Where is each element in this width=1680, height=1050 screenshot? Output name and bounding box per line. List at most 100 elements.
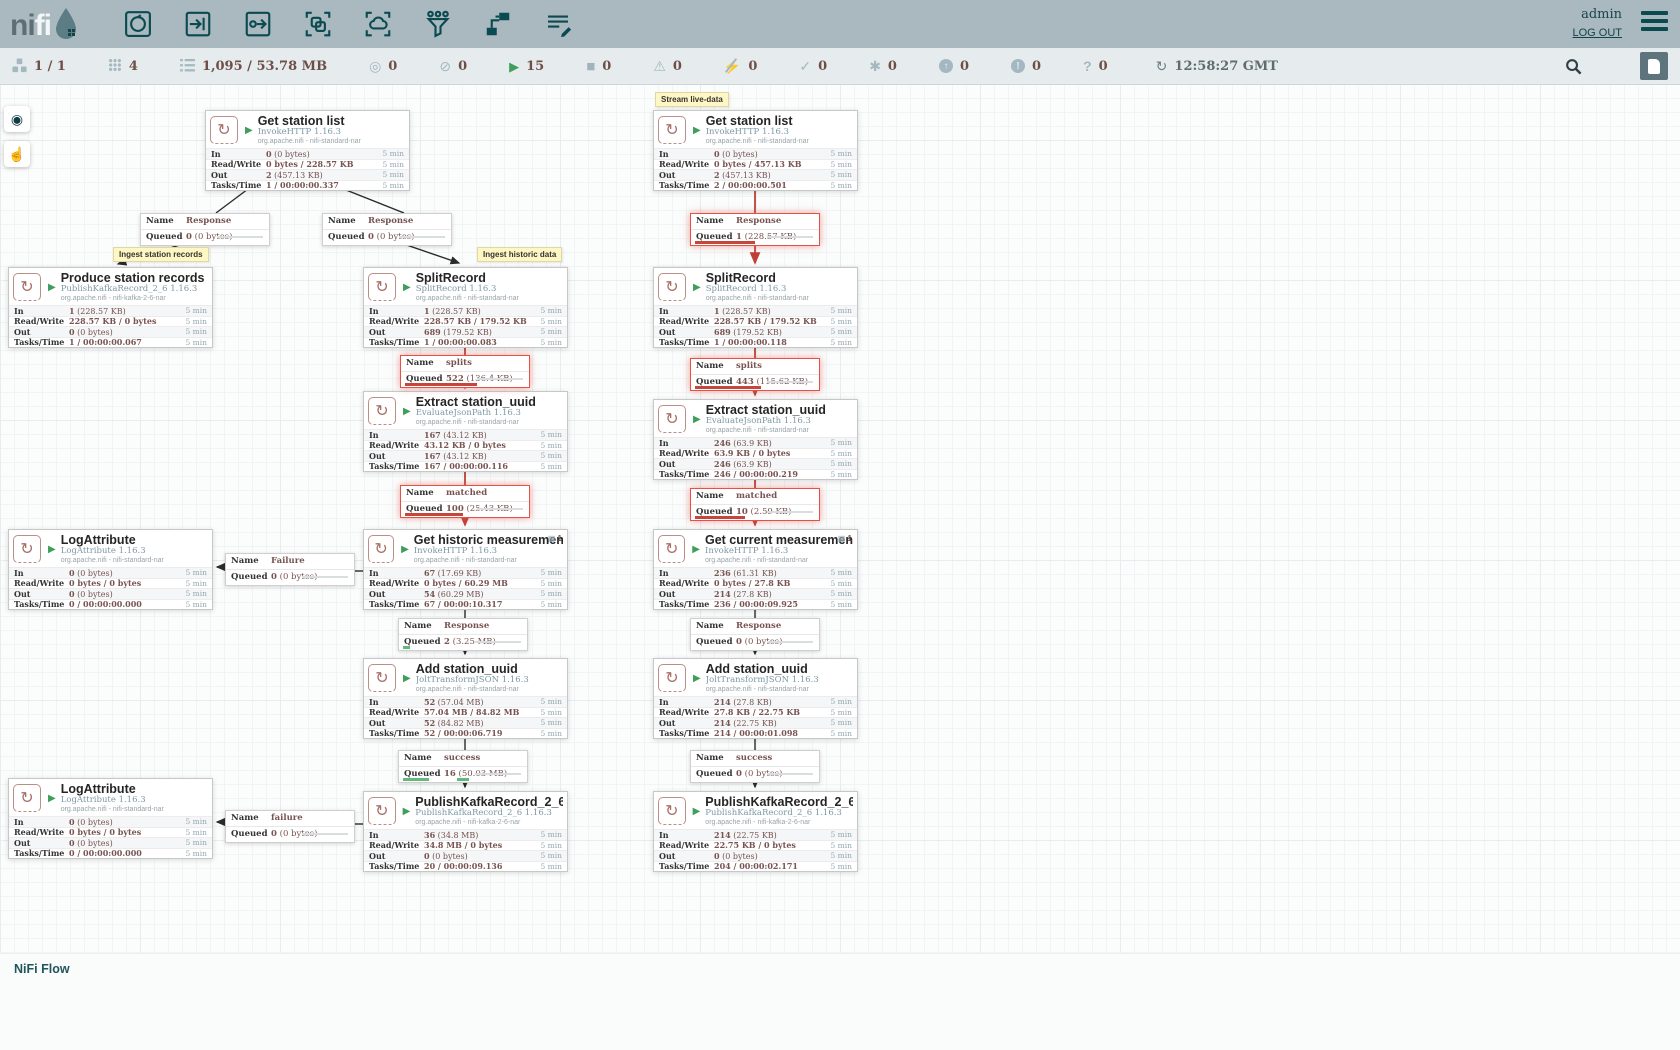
- processor-type: SplitRecord 1.16.3: [706, 285, 809, 295]
- processor-type-icon: ↻: [658, 273, 686, 301]
- connection-label-response2-mid[interactable]: NameResponseQueued2 (3.25 MB): [398, 618, 528, 651]
- search-button[interactable]: [1565, 58, 1582, 75]
- processor-publish-kafka-1[interactable]: ↻▶PublishKafkaRecord_2_6PublishKafkaReco…: [363, 791, 568, 872]
- global-menu-button[interactable]: [1641, 11, 1668, 35]
- connection-label-response-mid[interactable]: NameResponseQueued0 (0 bytes): [322, 213, 452, 246]
- connection-label-matched-mid[interactable]: NamematchedQueued100 (25.43 KB): [400, 485, 530, 518]
- processor-log-attribute-1[interactable]: ↻▶LogAttributeLogAttribute 1.16.3org.apa…: [8, 529, 213, 610]
- stopped-icon: ■: [586, 59, 595, 74]
- processor-name: PublishKafkaRecord_2_6: [705, 795, 853, 809]
- processor-add-station-uuid-2[interactable]: ↻▶Add station_uuidJoltTransformJSON 1.16…: [653, 658, 858, 739]
- remote-process-group-tool[interactable]: [361, 7, 395, 41]
- connection-label-matched-right[interactable]: NamematchedQueued10 (2.59 KB): [690, 488, 820, 521]
- stat-row-taskstime: Tasks/Time0 / 00:00:00.0005 min: [9, 599, 212, 610]
- processor-log-attribute-2[interactable]: ↻▶LogAttributeLogAttribute 1.16.3org.apa…: [8, 778, 213, 859]
- processor-tool[interactable]: [121, 7, 155, 41]
- processor-produce-station-records[interactable]: ↻▶Produce station recordsPublishKafkaRec…: [8, 267, 213, 348]
- stat-row-taskstime: Tasks/Time2 / 00:00:00.5015 min: [654, 180, 857, 191]
- output-port-tool[interactable]: [241, 7, 275, 41]
- queue-size-meter: [475, 641, 521, 643]
- canvas-label-stream-live-data[interactable]: Stream live-data: [655, 92, 729, 107]
- connection-label-success-right[interactable]: NamesuccessQueued0 (0 bytes): [690, 750, 820, 783]
- connection-label-response2-right[interactable]: NameResponseQueued0 (0 bytes): [690, 618, 820, 651]
- processor-extract-station-uuid-1[interactable]: ↻▶Extract station_uuidEvaluateJsonPath 1…: [363, 391, 568, 472]
- processor-get-current-measurement[interactable]: ↻▶Get current measurementInvokeHTTP 1.16…: [653, 529, 858, 610]
- stat-row-out: Out214 (27.8 KB)5 min: [654, 588, 857, 599]
- stat-row-out: Out246 (63.9 KB)5 min: [654, 458, 857, 469]
- processor-header: ↻▶Get current measurementInvokeHTTP 1.16…: [654, 530, 857, 567]
- stat-row-in: In1 (228.57 KB)5 min: [9, 305, 212, 316]
- processor-get-station-list-2[interactable]: ↻▶Get station listInvokeHTTP 1.16.3org.a…: [653, 110, 858, 191]
- processor-add-station-uuid-1[interactable]: ↻▶Add station_uuidJoltTransformJSON 1.16…: [363, 658, 568, 739]
- processor-split-record-2[interactable]: ↻▶SplitRecordSplitRecord 1.16.3org.apach…: [653, 267, 858, 348]
- connection-name-row: Namematched: [401, 486, 529, 502]
- select-hand-button[interactable]: ☝: [4, 141, 30, 167]
- connection-label-failure-lower[interactable]: NamefailureQueued0 (0 bytes): [225, 810, 355, 843]
- processor-type-icon: ↻: [658, 535, 685, 563]
- running-status-icon: ▶: [401, 544, 409, 555]
- processor-header: ↻▶Add station_uuidJoltTransformJSON 1.16…: [364, 659, 567, 696]
- connection-label-splits-right[interactable]: NamesplitsQueued443 (115.62 KB): [690, 358, 820, 391]
- connection-label-response-right[interactable]: NameResponseQueued1 (228.57 KB): [690, 213, 820, 246]
- connection-queued-row: Queued0 (0 bytes): [691, 767, 819, 782]
- process-group-tool[interactable]: [301, 7, 335, 41]
- stat-row-taskstime: Tasks/Time1 / 00:00:00.0835 min: [364, 337, 567, 348]
- connection-name-row: Namesuccess: [399, 751, 527, 767]
- queue-size-meter: [767, 773, 813, 775]
- navigate-button[interactable]: ◉: [4, 106, 30, 132]
- stat-row-taskstime: Tasks/Time0 / 00:00:00.0005 min: [9, 848, 212, 859]
- connection-label-failure-upper[interactable]: NameFailureQueued0 (0 bytes): [225, 553, 355, 586]
- breadcrumb-nifi-flow[interactable]: NiFi Flow: [14, 962, 70, 976]
- operate-panel-toggle[interactable]: [1640, 52, 1668, 80]
- canvas-label-ingest-station-records[interactable]: Ingest station records: [113, 247, 209, 262]
- processor-split-record-1[interactable]: ↻▶SplitRecordSplitRecord 1.16.3org.apach…: [363, 267, 568, 348]
- connection-label-splits-mid[interactable]: NamesplitsQueued522 (136.4 KB): [400, 355, 530, 388]
- processor-extract-station-uuid-2[interactable]: ↻▶Extract station_uuidEvaluateJsonPath 1…: [653, 399, 858, 480]
- stat-row-in: In1 (228.57 KB)5 min: [364, 305, 567, 316]
- stat-row-readwrite: Read/Write0 bytes / 0 bytes5 min: [9, 827, 212, 838]
- processor-header: ↻▶SplitRecordSplitRecord 1.16.3org.apach…: [364, 268, 567, 305]
- processor-header: ↻▶Get historic measurementsInvokeHTTP 1.…: [364, 530, 567, 567]
- logout-link[interactable]: LOG OUT: [1572, 25, 1622, 42]
- queue-size-meter: [302, 576, 348, 578]
- processor-icon: [123, 9, 153, 39]
- connection-queued-row: Queued0 (0 bytes): [226, 570, 354, 585]
- connection-label-response-left[interactable]: NameResponseQueued0 (0 bytes): [140, 213, 270, 246]
- processor-name: Extract station_uuid: [706, 403, 826, 417]
- locally-modified-stale-count: 0: [1032, 59, 1041, 74]
- transmitting-count: 0: [388, 59, 397, 74]
- template-tool[interactable]: [481, 7, 515, 41]
- flow-canvas[interactable]: ↻▶Get station listInvokeHTTP 1.16.3org.a…: [0, 0, 1680, 1050]
- locally-modified-icon: ✱: [869, 59, 881, 73]
- input-port-tool[interactable]: [181, 7, 215, 41]
- processor-name: Get historic measurements: [414, 533, 563, 547]
- connection-label-success-mid[interactable]: NamesuccessQueued16 (50.03 MB): [398, 750, 528, 783]
- funnel-tool[interactable]: [421, 7, 455, 41]
- processor-get-station-list-1[interactable]: ↻▶Get station listInvokeHTTP 1.16.3org.a…: [205, 110, 410, 191]
- processor-header: ↻▶PublishKafkaRecord_2_6PublishKafkaReco…: [654, 792, 857, 829]
- transmitting-icon: ◎: [369, 59, 381, 73]
- processor-type: EvaluateJsonPath 1.16.3: [706, 417, 826, 427]
- backpressure-meter: [405, 513, 463, 516]
- stat-row-readwrite: Read/Write57.04 MB / 84.82 MB5 min: [364, 707, 567, 718]
- processor-type-icon: ↻: [13, 273, 41, 301]
- navigate-icon: ◉: [11, 111, 23, 128]
- stat-row-in: In0 (0 bytes)5 min: [206, 148, 409, 159]
- processor-bundle: org.apache.nifi - nifi-standard-nar: [61, 806, 164, 814]
- stat-row-out: Out0 (0 bytes)5 min: [654, 850, 857, 861]
- running-status-icon: ▶: [403, 406, 411, 417]
- processor-bundle: org.apache.nifi - nifi-standard-nar: [414, 557, 563, 565]
- canvas-label-ingest-historic-data[interactable]: Ingest historic data: [477, 247, 562, 262]
- processor-get-historic-measurements[interactable]: ↻▶Get historic measurementsInvokeHTTP 1.…: [363, 529, 568, 610]
- label-tool[interactable]: [541, 7, 575, 41]
- active-thread-badge: ▦ 1: [838, 534, 852, 543]
- logo-text-fi: fi: [35, 11, 51, 41]
- processor-header: ↻▶Get station listInvokeHTTP 1.16.3org.a…: [654, 111, 857, 148]
- connection-name-row: NameResponse: [399, 619, 527, 635]
- sync-failure-icon: ?: [1083, 59, 1092, 73]
- connection-name-row: NameFailure: [226, 554, 354, 570]
- invalid-icon: ⚠: [653, 59, 666, 73]
- running-status-icon: ▶: [48, 544, 56, 555]
- processor-publish-kafka-2[interactable]: ↻▶PublishKafkaRecord_2_6PublishKafkaReco…: [653, 791, 858, 872]
- connection-name-row: NameResponse: [691, 214, 819, 230]
